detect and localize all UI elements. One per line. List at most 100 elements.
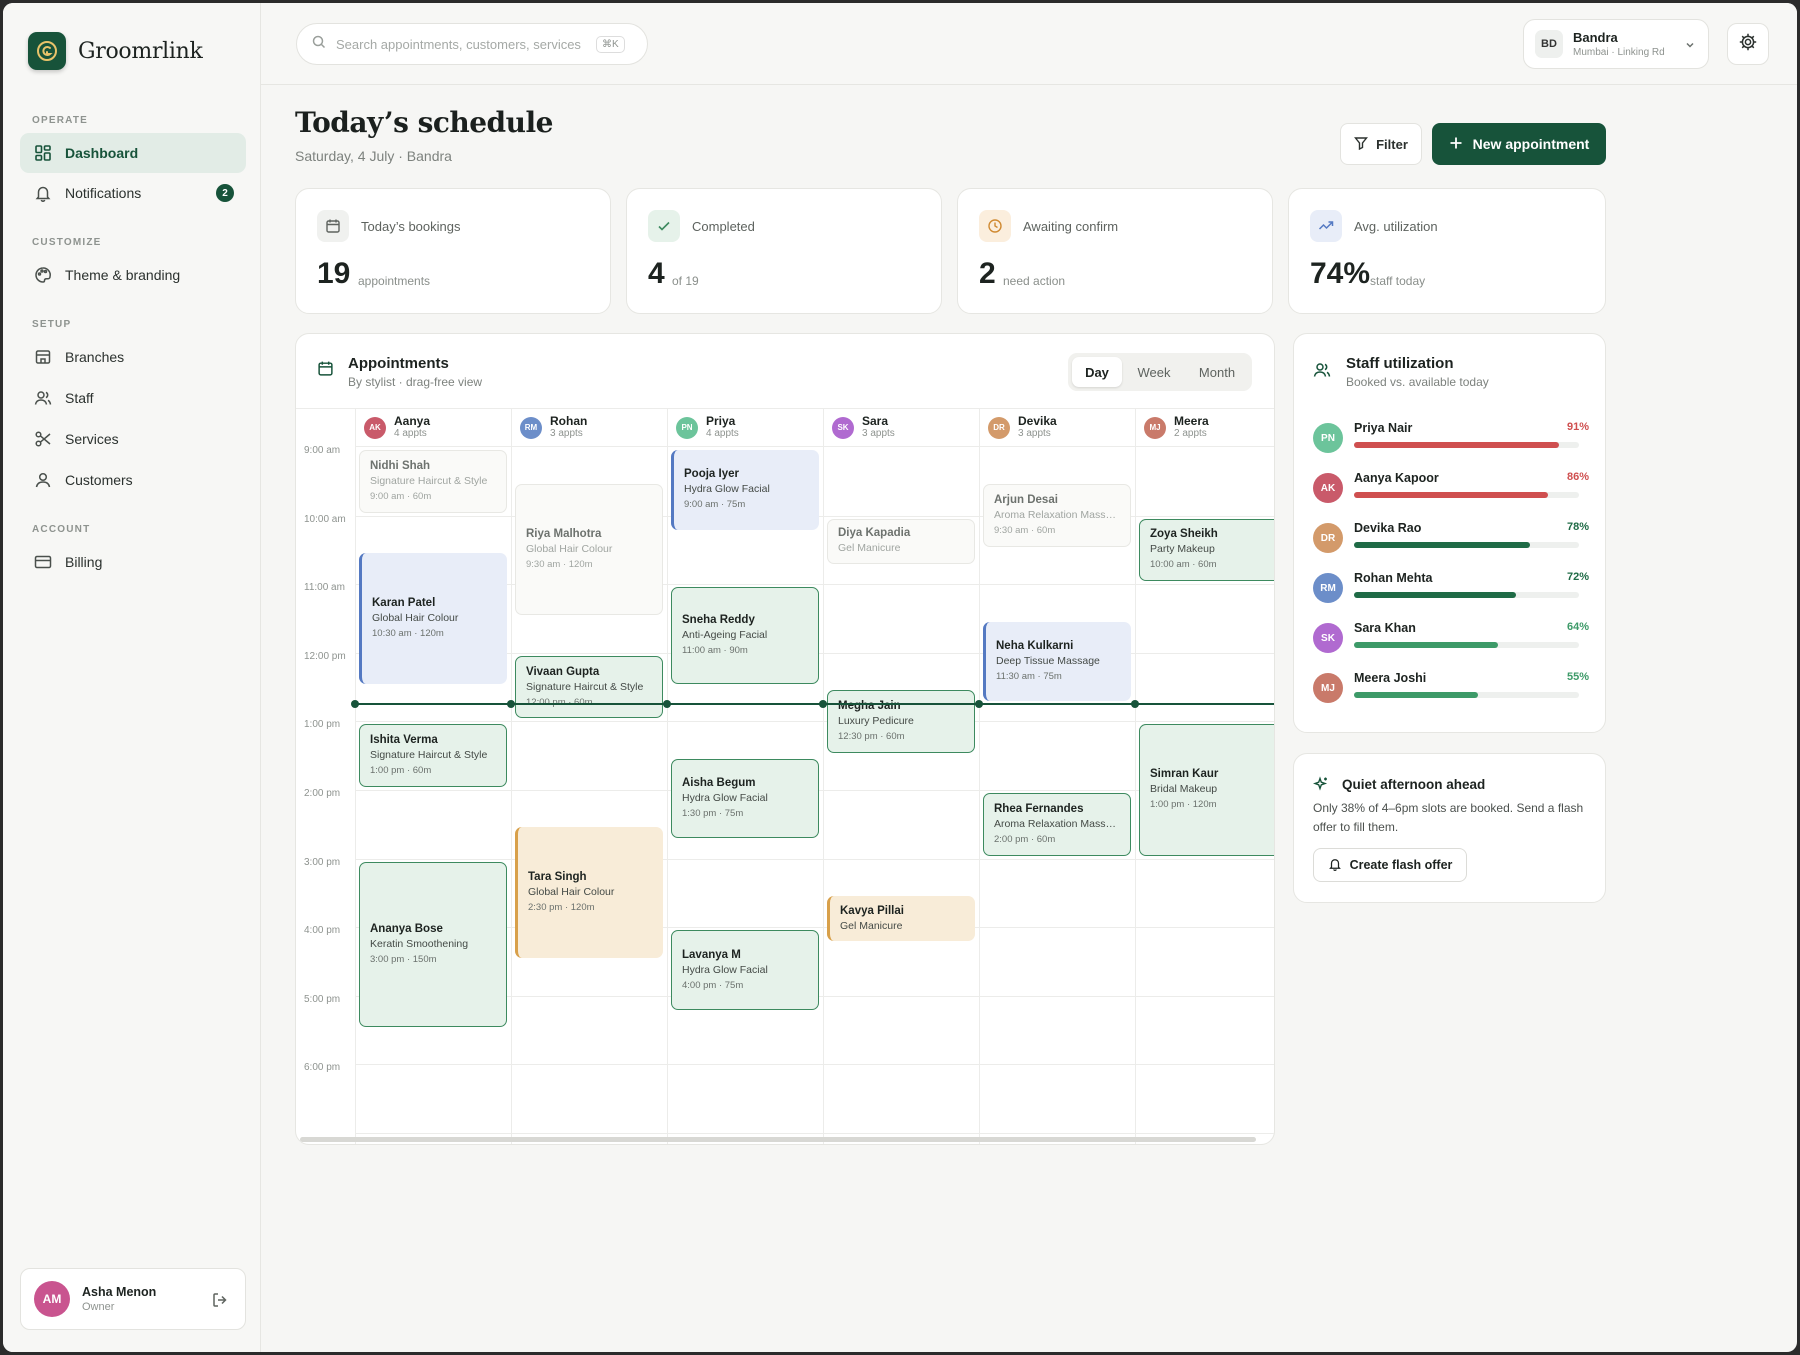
branch-location: Mumbai · Linking Rd bbox=[1573, 47, 1665, 58]
staff-appt-count: 3 appts bbox=[862, 428, 895, 439]
appointment-block[interactable]: Tara Singh Global Hair Colour 2:30 pm · 12… bbox=[515, 827, 663, 959]
service-name: Hydra Glow Facial bbox=[684, 483, 770, 496]
staff-column-header[interactable]: AK Aanya 4 appts bbox=[355, 409, 511, 447]
card-icon bbox=[33, 552, 53, 572]
service-name: Signature Haircut & Style bbox=[370, 749, 488, 762]
staff-appt-count: 4 appts bbox=[394, 428, 427, 439]
hour-gridline bbox=[355, 1133, 1274, 1134]
sidebar-item-theme[interactable]: Theme & branding bbox=[20, 255, 246, 295]
appointment-block[interactable]: Aisha Begum Hydra Glow Facial 1:30 pm · 75… bbox=[671, 758, 819, 839]
appointment-block[interactable]: Sneha Reddy Anti-Ageing Facial 11:00 am · … bbox=[671, 587, 819, 685]
service-name: Hydra Glow Facial bbox=[682, 792, 768, 805]
view-month-button[interactable]: Month bbox=[1186, 357, 1248, 387]
search-icon bbox=[312, 35, 326, 54]
appointment-block[interactable]: Ananya Bose Keratin Smoothening 3:00 pm · … bbox=[359, 861, 507, 1028]
brand[interactable]: Groomrlink bbox=[28, 32, 203, 70]
utilization-row[interactable]: MJ Meera Joshi 55% bbox=[1313, 668, 1589, 708]
stat-unit: of 19 bbox=[672, 274, 699, 288]
avatar: RM bbox=[520, 416, 542, 439]
service-name: Hydra Glow Facial bbox=[682, 963, 768, 976]
user-card[interactable]: AM Asha Menon Owner bbox=[20, 1268, 246, 1330]
staff-name: Priya bbox=[706, 414, 736, 428]
sidebar-item-staff[interactable]: Staff bbox=[20, 378, 246, 418]
stat-card-awaiting: Awaiting confirm 2 need action bbox=[957, 188, 1273, 314]
filter-button[interactable]: Filter bbox=[1340, 123, 1422, 165]
avatar: AM bbox=[34, 1281, 70, 1317]
time-label: 12:00 pm bbox=[304, 650, 346, 662]
appointment-block[interactable]: Karan Patel Global Hair Colour 10:30 am · … bbox=[359, 552, 507, 685]
appointment-block[interactable]: Zoya Sheikh Party Makeup 10:00 am · 60m bbox=[1139, 518, 1274, 582]
current-time-dot bbox=[351, 700, 359, 709]
create-flash-offer-button[interactable]: Create flash offer bbox=[1313, 848, 1467, 882]
search-box[interactable]: ⌘K bbox=[296, 23, 648, 65]
staff-appt-count: 4 appts bbox=[706, 428, 739, 439]
appointment-block[interactable]: Simran Kaur Bridal Makeup 1:00 pm · 120m bbox=[1139, 724, 1274, 856]
notification-badge: 2 bbox=[216, 184, 234, 202]
utilization-row[interactable]: SK Sara Khan 64% bbox=[1313, 618, 1589, 658]
appointment-time: 1:00 pm · 120m bbox=[1150, 799, 1217, 811]
staff-name: Meera Joshi bbox=[1354, 671, 1427, 685]
appointment-block[interactable]: Kavya Pillai Gel Manicure bbox=[827, 895, 975, 942]
appointment-time: 9:30 am · 60m bbox=[994, 525, 1056, 537]
appointment-block[interactable]: Ishita Verma Signature Haircut & Style 1:0… bbox=[359, 724, 507, 787]
search-input[interactable] bbox=[336, 36, 586, 52]
appointment-time: 9:30 am · 120m bbox=[526, 559, 593, 571]
utilization-row[interactable]: DR Devika Rao 78% bbox=[1313, 518, 1589, 558]
appointment-block[interactable]: Megha Jain Luxury Pedicure 12:30 pm · 60m bbox=[827, 690, 975, 753]
customer-name: Megha Jain bbox=[838, 699, 901, 712]
palette-icon bbox=[33, 265, 53, 285]
staff-column-header[interactable]: MJ Meera 2 appts bbox=[1135, 409, 1274, 447]
user-name: Asha Menon bbox=[82, 1285, 157, 1299]
customer-name: Zoya Sheikh bbox=[1150, 528, 1218, 541]
trend-icon bbox=[1310, 210, 1342, 242]
avatar: SK bbox=[832, 416, 854, 439]
appointment-block[interactable]: Arjun Desai Aroma Relaxation Massage 9:30 … bbox=[983, 484, 1131, 547]
branch-name: Bandra bbox=[1573, 30, 1618, 45]
sidebar-item-label: Dashboard bbox=[65, 145, 139, 161]
horizontal-scrollbar[interactable] bbox=[300, 1137, 1256, 1142]
page-subtitle: Saturday, 4 July · Bandra bbox=[295, 148, 452, 164]
sidebar-item-customers[interactable]: Customers bbox=[20, 460, 246, 500]
avatar: PN bbox=[676, 416, 698, 439]
avatar: AK bbox=[1313, 473, 1343, 503]
view-day-button[interactable]: Day bbox=[1072, 357, 1122, 387]
staff-name: Meera bbox=[1174, 414, 1209, 428]
column-divider bbox=[1135, 409, 1136, 1144]
appointment-block[interactable]: Rhea Fernandes Aroma Relaxation Massage 2:… bbox=[983, 793, 1131, 856]
staff-column-header[interactable]: DR Devika 3 appts bbox=[979, 409, 1135, 447]
staff-column-header[interactable]: PN Priya 4 appts bbox=[667, 409, 823, 447]
customer-name: Ananya Bose bbox=[370, 922, 443, 935]
appointment-block[interactable]: Neha Kulkarni Deep Tissue Massage 11:30 am… bbox=[983, 621, 1131, 702]
sidebar-item-notifications[interactable]: Notifications 2 bbox=[20, 173, 246, 213]
sidebar-item-services[interactable]: Services bbox=[20, 419, 246, 459]
sidebar-item-billing[interactable]: Billing bbox=[20, 542, 246, 582]
appointment-block[interactable]: Lavanya M Hydra Glow Facial 4:00 pm · 75m bbox=[671, 930, 819, 1010]
staff-column-header[interactable]: RM Rohan 3 appts bbox=[511, 409, 667, 447]
appointment-block[interactable]: Diya Kapadia Gel Manicure bbox=[827, 518, 975, 565]
staff-column-header[interactable]: SK Sara 3 appts bbox=[823, 409, 979, 447]
appointment-block[interactable]: Nidhi Shah Signature Haircut & Style 9:00 … bbox=[359, 450, 507, 513]
utilization-row[interactable]: PN Priya Nair 91% bbox=[1313, 418, 1589, 458]
utilization-track bbox=[1354, 442, 1579, 448]
appointment-block[interactable]: Vivaan Gupta Signature Haircut & Style 12:… bbox=[515, 655, 663, 719]
sidebar-item-dashboard[interactable]: Dashboard bbox=[20, 133, 246, 173]
logout-icon[interactable] bbox=[211, 1291, 229, 1314]
utilization-bar bbox=[1354, 692, 1478, 698]
service-name: Global Hair Colour bbox=[528, 886, 615, 899]
staff-name: Rohan bbox=[550, 414, 588, 428]
utilization-row[interactable]: RM Rohan Mehta 72% bbox=[1313, 568, 1589, 608]
new-appointment-button[interactable]: New appointment bbox=[1432, 123, 1606, 165]
service-name: Signature Haircut & Style bbox=[526, 680, 644, 693]
view-week-button[interactable]: Week bbox=[1126, 357, 1182, 387]
sidebar-item-branches[interactable]: Branches bbox=[20, 337, 246, 377]
utilization-percent: 72% bbox=[1566, 571, 1589, 583]
utilization-row[interactable]: AK Aanya Kapoor 86% bbox=[1313, 468, 1589, 508]
customer-name: Arjun Desai bbox=[994, 494, 1058, 507]
appointment-block[interactable]: Riya Malhotra Global Hair Colour 9:30 am ·… bbox=[515, 484, 663, 616]
settings-button[interactable] bbox=[1727, 23, 1769, 65]
branch-selector[interactable]: BD Bandra Mumbai · Linking Rd bbox=[1523, 19, 1709, 69]
section-customize: CUSTOMIZE bbox=[32, 237, 102, 248]
appointment-block[interactable]: Pooja Iyer Hydra Glow Facial 9:00 am · 75m bbox=[671, 450, 819, 530]
customer-name: Pooja Iyer bbox=[684, 468, 739, 481]
filter-label: Filter bbox=[1376, 136, 1408, 152]
